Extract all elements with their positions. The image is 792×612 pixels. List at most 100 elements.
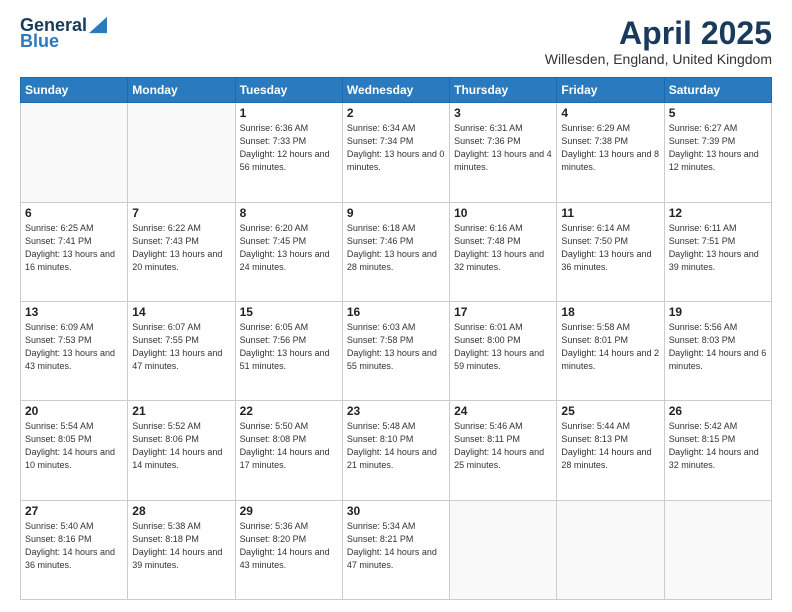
day-number: 9 — [347, 206, 445, 220]
day-number: 30 — [347, 504, 445, 518]
day-info: Sunrise: 6:25 AM Sunset: 7:41 PM Dayligh… — [25, 222, 123, 274]
table-row — [128, 103, 235, 202]
day-info: Sunrise: 5:56 AM Sunset: 8:03 PM Dayligh… — [669, 321, 767, 373]
col-thursday: Thursday — [450, 78, 557, 103]
col-tuesday: Tuesday — [235, 78, 342, 103]
logo-icon — [89, 16, 107, 34]
day-info: Sunrise: 6:03 AM Sunset: 7:58 PM Dayligh… — [347, 321, 445, 373]
table-row — [664, 500, 771, 599]
day-info: Sunrise: 6:29 AM Sunset: 7:38 PM Dayligh… — [561, 122, 659, 174]
calendar-week-row: 1Sunrise: 6:36 AM Sunset: 7:33 PM Daylig… — [21, 103, 772, 202]
table-row: 10 Sunrise: 6:16 AM Sunset: 7:48 PM Dayli… — [450, 202, 557, 301]
day-info: Sunrise: 5:38 AM Sunset: 8:18 PM Dayligh… — [132, 520, 230, 572]
day-info: Sunrise: 5:58 AM Sunset: 8:01 PM Dayligh… — [561, 321, 659, 373]
day-info: Sunrise: 5:54 AM Sunset: 8:05 PM Dayligh… — [25, 420, 123, 472]
table-row: 4Sunrise: 6:29 AM Sunset: 7:38 PM Daylig… — [557, 103, 664, 202]
day-number: 12 — [669, 206, 767, 220]
title-block: April 2025 Willesden, England, United Ki… — [545, 16, 772, 67]
col-saturday: Saturday — [664, 78, 771, 103]
col-monday: Monday — [128, 78, 235, 103]
day-info: Sunrise: 6:14 AM Sunset: 7:50 PM Dayligh… — [561, 222, 659, 274]
table-row: 21Sunrise: 5:52 AM Sunset: 8:06 PM Dayli… — [128, 401, 235, 500]
calendar-week-row: 20 Sunrise: 5:54 AM Sunset: 8:05 PM Dayli… — [21, 401, 772, 500]
col-sunday: Sunday — [21, 78, 128, 103]
day-number: 13 — [25, 305, 123, 319]
day-number: 6 — [25, 206, 123, 220]
table-row: 15 Sunrise: 6:05 AM Sunset: 7:56 PM Dayli… — [235, 301, 342, 400]
table-row: 14Sunrise: 6:07 AM Sunset: 7:55 PM Dayli… — [128, 301, 235, 400]
table-row: 17 Sunrise: 6:01 AM Sunset: 8:00 PM Dayli… — [450, 301, 557, 400]
header: General Blue April 2025 Willesden, Engla… — [20, 16, 772, 67]
table-row: 27 Sunrise: 5:40 AM Sunset: 8:16 PM Dayli… — [21, 500, 128, 599]
day-number: 16 — [347, 305, 445, 319]
day-number: 25 — [561, 404, 659, 418]
table-row: 9 Sunrise: 6:18 AM Sunset: 7:46 PM Daylig… — [342, 202, 449, 301]
title-location: Willesden, England, United Kingdom — [545, 51, 772, 67]
table-row: 29Sunrise: 5:36 AM Sunset: 8:20 PM Dayli… — [235, 500, 342, 599]
table-row — [450, 500, 557, 599]
page: General Blue April 2025 Willesden, Engla… — [0, 0, 792, 612]
title-month: April 2025 — [545, 16, 772, 51]
day-info: Sunrise: 5:44 AM Sunset: 8:13 PM Dayligh… — [561, 420, 659, 472]
day-number: 23 — [347, 404, 445, 418]
table-row: 16 Sunrise: 6:03 AM Sunset: 7:58 PM Dayli… — [342, 301, 449, 400]
day-number: 5 — [669, 106, 767, 120]
day-number: 17 — [454, 305, 552, 319]
day-number: 7 — [132, 206, 230, 220]
day-info: Sunrise: 5:50 AM Sunset: 8:08 PM Dayligh… — [240, 420, 338, 472]
table-row: 3Sunrise: 6:31 AM Sunset: 7:36 PM Daylig… — [450, 103, 557, 202]
table-row: 25 Sunrise: 5:44 AM Sunset: 8:13 PM Dayli… — [557, 401, 664, 500]
day-info: Sunrise: 5:34 AM Sunset: 8:21 PM Dayligh… — [347, 520, 445, 572]
day-info: Sunrise: 6:11 AM Sunset: 7:51 PM Dayligh… — [669, 222, 767, 274]
table-row: 5 Sunrise: 6:27 AM Sunset: 7:39 PM Daylig… — [664, 103, 771, 202]
table-row: 20 Sunrise: 5:54 AM Sunset: 8:05 PM Dayli… — [21, 401, 128, 500]
day-number: 29 — [240, 504, 338, 518]
day-number: 27 — [25, 504, 123, 518]
day-info: Sunrise: 6:07 AM Sunset: 7:55 PM Dayligh… — [132, 321, 230, 373]
col-wednesday: Wednesday — [342, 78, 449, 103]
table-row: 26Sunrise: 5:42 AM Sunset: 8:15 PM Dayli… — [664, 401, 771, 500]
calendar-week-row: 27 Sunrise: 5:40 AM Sunset: 8:16 PM Dayli… — [21, 500, 772, 599]
day-number: 20 — [25, 404, 123, 418]
day-info: Sunrise: 6:27 AM Sunset: 7:39 PM Dayligh… — [669, 122, 767, 174]
day-number: 22 — [240, 404, 338, 418]
table-row: 30 Sunrise: 5:34 AM Sunset: 8:21 PM Dayli… — [342, 500, 449, 599]
logo: General Blue — [20, 16, 107, 50]
calendar-week-row: 13Sunrise: 6:09 AM Sunset: 7:53 PM Dayli… — [21, 301, 772, 400]
day-number: 15 — [240, 305, 338, 319]
table-row: 22 Sunrise: 5:50 AM Sunset: 8:08 PM Dayli… — [235, 401, 342, 500]
col-friday: Friday — [557, 78, 664, 103]
day-info: Sunrise: 6:20 AM Sunset: 7:45 PM Dayligh… — [240, 222, 338, 274]
day-number: 26 — [669, 404, 767, 418]
table-row: 2 Sunrise: 6:34 AM Sunset: 7:34 PM Daylig… — [342, 103, 449, 202]
table-row: 7 Sunrise: 6:22 AM Sunset: 7:43 PM Daylig… — [128, 202, 235, 301]
day-info: Sunrise: 6:18 AM Sunset: 7:46 PM Dayligh… — [347, 222, 445, 274]
day-info: Sunrise: 6:16 AM Sunset: 7:48 PM Dayligh… — [454, 222, 552, 274]
day-number: 10 — [454, 206, 552, 220]
day-number: 18 — [561, 305, 659, 319]
day-info: Sunrise: 6:01 AM Sunset: 8:00 PM Dayligh… — [454, 321, 552, 373]
day-number: 24 — [454, 404, 552, 418]
table-row: 1Sunrise: 6:36 AM Sunset: 7:33 PM Daylig… — [235, 103, 342, 202]
day-info: Sunrise: 6:05 AM Sunset: 7:56 PM Dayligh… — [240, 321, 338, 373]
table-row — [21, 103, 128, 202]
table-row: 11 Sunrise: 6:14 AM Sunset: 7:50 PM Dayli… — [557, 202, 664, 301]
table-row: 28 Sunrise: 5:38 AM Sunset: 8:18 PM Dayli… — [128, 500, 235, 599]
logo-blue-text: Blue — [20, 32, 59, 50]
day-number: 11 — [561, 206, 659, 220]
table-row: 8 Sunrise: 6:20 AM Sunset: 7:45 PM Daylig… — [235, 202, 342, 301]
day-number: 19 — [669, 305, 767, 319]
day-info: Sunrise: 6:22 AM Sunset: 7:43 PM Dayligh… — [132, 222, 230, 274]
day-number: 8 — [240, 206, 338, 220]
day-info: Sunrise: 5:40 AM Sunset: 8:16 PM Dayligh… — [25, 520, 123, 572]
calendar-header-row: Sunday Monday Tuesday Wednesday Thursday… — [21, 78, 772, 103]
table-row: 19 Sunrise: 5:56 AM Sunset: 8:03 PM Dayli… — [664, 301, 771, 400]
day-number: 28 — [132, 504, 230, 518]
day-number: 1 — [240, 106, 338, 120]
table-row: 13Sunrise: 6:09 AM Sunset: 7:53 PM Dayli… — [21, 301, 128, 400]
day-info: Sunrise: 5:46 AM Sunset: 8:11 PM Dayligh… — [454, 420, 552, 472]
calendar-table: Sunday Monday Tuesday Wednesday Thursday… — [20, 77, 772, 600]
table-row — [557, 500, 664, 599]
day-number: 2 — [347, 106, 445, 120]
day-info: Sunrise: 6:34 AM Sunset: 7:34 PM Dayligh… — [347, 122, 445, 174]
